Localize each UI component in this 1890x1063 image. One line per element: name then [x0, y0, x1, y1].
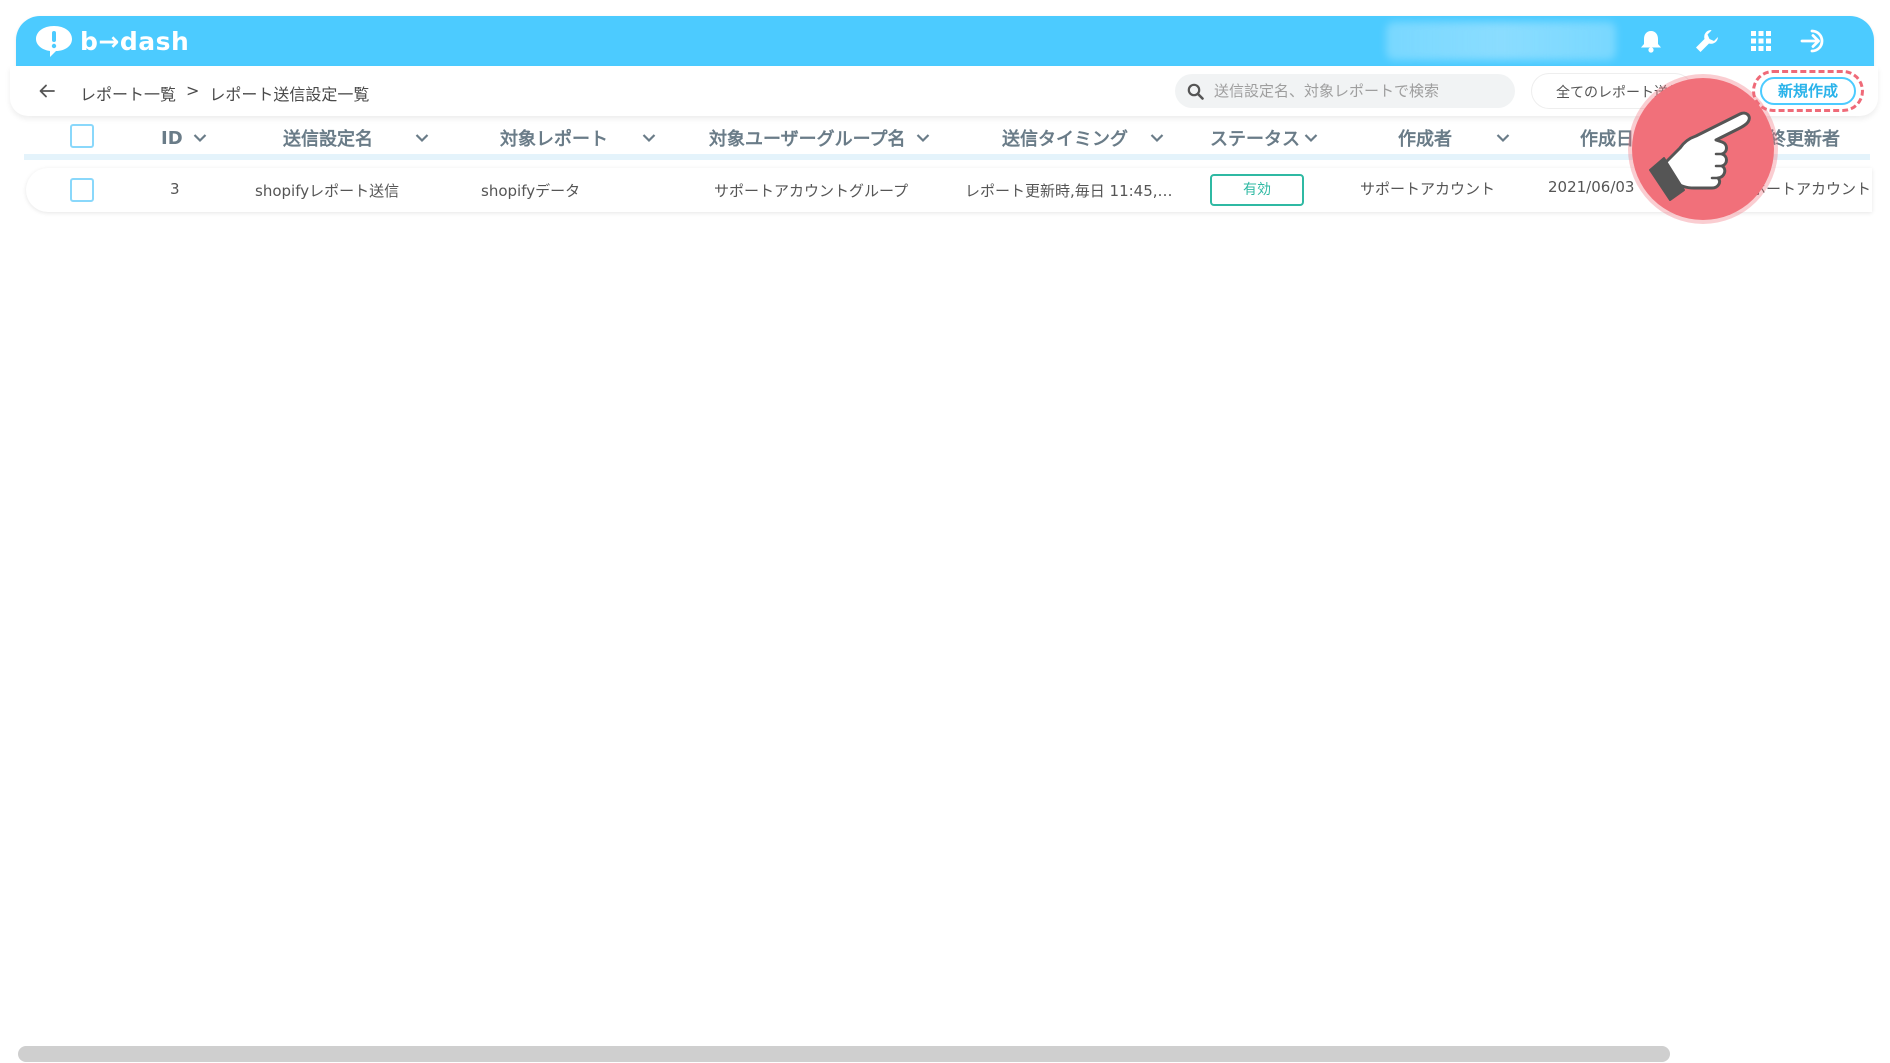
cell-report: shopifyデータ — [481, 182, 581, 200]
column-header-timing[interactable]: 送信タイミング — [1002, 124, 1164, 152]
top-header: b→dash — [16, 16, 1874, 66]
bell-icon[interactable] — [1636, 26, 1666, 56]
column-header-label: 送信設定名 — [283, 129, 373, 150]
column-header-label: 対象レポート — [500, 129, 608, 150]
column-header-created[interactable]: 作成日 — [1580, 124, 1634, 152]
search-box — [1175, 74, 1515, 108]
status-badge: 有効 — [1210, 174, 1304, 206]
cell-created: 2021/06/03 — [1548, 178, 1635, 196]
chevron-down-icon — [1150, 134, 1164, 143]
chevron-down-icon — [1304, 134, 1318, 143]
row-checkbox[interactable] — [70, 178, 94, 202]
column-header-creator[interactable]: 作成者 — [1398, 124, 1510, 152]
column-header-label: 送信タイミング — [1002, 129, 1128, 150]
column-header-label: 作成者 — [1398, 129, 1452, 150]
pointing-hand-icon — [1649, 111, 1751, 201]
table-header: ID 送信設定名 対象レポート 対象ユーザーグループ名 送信タイミング ステータ… — [24, 118, 1870, 160]
wrench-icon[interactable] — [1692, 26, 1722, 56]
app-logo[interactable]: b→dash — [34, 24, 189, 58]
chevron-down-icon — [193, 134, 206, 143]
breadcrumb-separator: > — [186, 81, 200, 100]
chevron-down-icon — [916, 134, 929, 143]
cell-creator: サポートアカウント — [1360, 180, 1496, 198]
cell-timing: レポート更新時,毎日 11:45,… — [965, 182, 1173, 200]
cell-name: shopifyレポート送信 — [255, 182, 400, 200]
logo-text: b→dash — [80, 26, 190, 56]
breadcrumb: レポート一覧 > レポート送信設定一覧 — [80, 81, 369, 105]
column-header-label: ステータス — [1210, 129, 1300, 150]
logout-icon[interactable] — [1800, 26, 1830, 56]
column-header-status[interactable]: ステータス — [1210, 124, 1318, 152]
chevron-down-icon — [1496, 134, 1510, 143]
chevron-down-icon — [642, 134, 656, 143]
column-header-group[interactable]: 対象ユーザーグループ名 — [709, 124, 930, 152]
apps-grid-icon[interactable] — [1746, 26, 1776, 56]
column-header-label: 作成日 — [1580, 129, 1634, 150]
select-all-checkbox[interactable] — [70, 124, 94, 148]
back-arrow-icon[interactable] — [36, 80, 58, 102]
cell-group: サポートアカウントグループ — [714, 182, 909, 200]
account-info-blurred — [1386, 22, 1616, 60]
horizontal-scrollbar[interactable] — [18, 1046, 1670, 1062]
search-input[interactable] — [1212, 81, 1502, 101]
column-header-label: ID — [161, 127, 183, 149]
search-icon — [1187, 83, 1204, 100]
app-screen: b→dash レポート一覧 > レポート送信設定一覧 送信設定名、対象レポートで… — [0, 0, 1890, 1063]
column-header-name[interactable]: 送信設定名 — [283, 124, 429, 152]
column-header-label: 対象ユーザーグループ名 — [709, 129, 906, 150]
chevron-down-icon — [415, 134, 429, 143]
breadcrumb-current: レポート送信設定一覧 — [209, 85, 370, 104]
logo-bubble-icon — [36, 26, 72, 57]
column-header-report[interactable]: 対象レポート — [500, 124, 656, 152]
cell-id: 3 — [170, 180, 180, 198]
pointer-highlight — [1632, 78, 1774, 220]
breadcrumb-parent-link[interactable]: レポート一覧 — [80, 81, 176, 105]
column-header-id[interactable]: ID — [161, 124, 207, 152]
table-row[interactable]: 3 shopifyレポート送信 shopifyデータ サポートアカウントグループ… — [26, 168, 1872, 212]
new-create-button[interactable]: 新規作成 — [1760, 77, 1856, 105]
breadcrumb-bar: レポート一覧 > レポート送信設定一覧 全てのレポート送信 — [10, 66, 1878, 116]
